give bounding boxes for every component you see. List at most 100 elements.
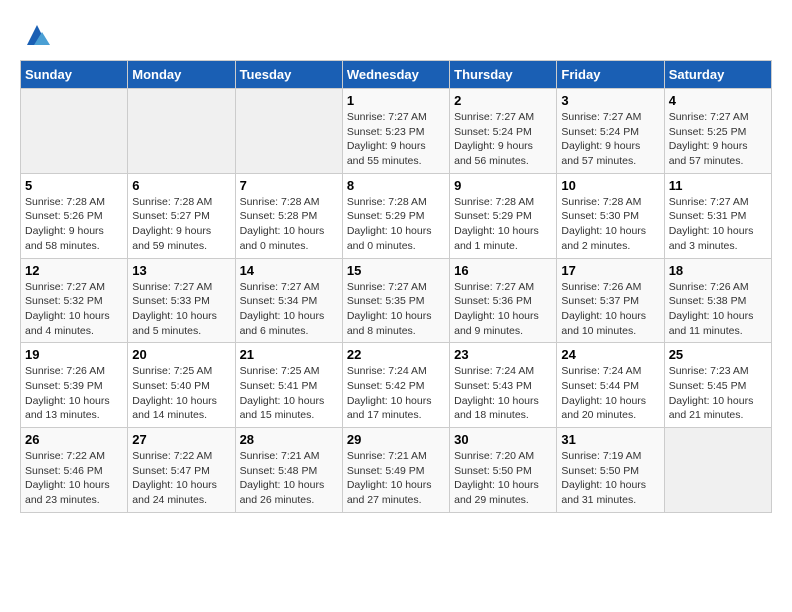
day-number: 13 — [132, 263, 230, 278]
calendar-cell: 10 Sunrise: 7:28 AM Sunset: 5:30 PM Dayli… — [557, 173, 664, 258]
calendar-cell: 26 Sunrise: 7:22 AM Sunset: 5:46 PM Dayli… — [21, 428, 128, 513]
day-detail: Sunrise: 7:22 AM Sunset: 5:46 PM Dayligh… — [25, 449, 123, 508]
calendar-cell: 20 Sunrise: 7:25 AM Sunset: 5:40 PM Dayli… — [128, 343, 235, 428]
day-header-monday: Monday — [128, 61, 235, 89]
day-number: 28 — [240, 432, 338, 447]
calendar-cell: 22 Sunrise: 7:24 AM Sunset: 5:42 PM Dayli… — [342, 343, 449, 428]
calendar-cell: 5Sunrise: 7:28 AM Sunset: 5:26 PM Daylig… — [21, 173, 128, 258]
calendar-cell: 27 Sunrise: 7:22 AM Sunset: 5:47 PM Dayli… — [128, 428, 235, 513]
day-number: 12 — [25, 263, 123, 278]
day-number: 15 — [347, 263, 445, 278]
day-detail: Sunrise: 7:21 AM Sunset: 5:49 PM Dayligh… — [347, 449, 445, 508]
day-detail: Sunrise: 7:26 AM Sunset: 5:37 PM Dayligh… — [561, 280, 659, 339]
calendar-cell — [128, 89, 235, 174]
calendar-cell: 9Sunrise: 7:28 AM Sunset: 5:29 PM Daylig… — [450, 173, 557, 258]
day-detail: Sunrise: 7:28 AM Sunset: 5:29 PM Dayligh… — [347, 195, 445, 254]
day-header-sunday: Sunday — [21, 61, 128, 89]
day-number: 27 — [132, 432, 230, 447]
calendar-cell: 21 Sunrise: 7:25 AM Sunset: 5:41 PM Dayli… — [235, 343, 342, 428]
day-number: 5 — [25, 178, 123, 193]
day-number: 8 — [347, 178, 445, 193]
calendar-cell: 8 Sunrise: 7:28 AM Sunset: 5:29 PM Daylig… — [342, 173, 449, 258]
calendar-cell: 4 Sunrise: 7:27 AM Sunset: 5:25 PM Daylig… — [664, 89, 771, 174]
day-header-friday: Friday — [557, 61, 664, 89]
day-header-thursday: Thursday — [450, 61, 557, 89]
day-number: 31 — [561, 432, 659, 447]
day-number: 25 — [669, 347, 767, 362]
day-number: 19 — [25, 347, 123, 362]
day-detail: Sunrise: 7:28 AM Sunset: 5:29 PM Dayligh… — [454, 195, 552, 254]
calendar-cell: 15Sunrise: 7:27 AM Sunset: 5:35 PM Dayli… — [342, 258, 449, 343]
day-detail: Sunrise: 7:25 AM Sunset: 5:40 PM Dayligh… — [132, 364, 230, 423]
calendar-cell: 23 Sunrise: 7:24 AM Sunset: 5:43 PM Dayli… — [450, 343, 557, 428]
day-number: 10 — [561, 178, 659, 193]
calendar-cell — [21, 89, 128, 174]
day-detail: Sunrise: 7:19 AM Sunset: 5:50 PM Dayligh… — [561, 449, 659, 508]
day-number: 16 — [454, 263, 552, 278]
day-detail: Sunrise: 7:28 AM Sunset: 5:28 PM Dayligh… — [240, 195, 338, 254]
calendar-cell: 18 Sunrise: 7:26 AM Sunset: 5:38 PM Dayli… — [664, 258, 771, 343]
day-number: 23 — [454, 347, 552, 362]
day-number: 7 — [240, 178, 338, 193]
logo — [20, 20, 52, 50]
day-detail: Sunrise: 7:26 AM Sunset: 5:39 PM Dayligh… — [25, 364, 123, 423]
day-number: 11 — [669, 178, 767, 193]
day-detail: Sunrise: 7:24 AM Sunset: 5:42 PM Dayligh… — [347, 364, 445, 423]
day-number: 6 — [132, 178, 230, 193]
week-row-4: 19 Sunrise: 7:26 AM Sunset: 5:39 PM Dayli… — [21, 343, 772, 428]
calendar-cell: 1Sunrise: 7:27 AM Sunset: 5:23 PM Daylig… — [342, 89, 449, 174]
week-row-1: 1Sunrise: 7:27 AM Sunset: 5:23 PM Daylig… — [21, 89, 772, 174]
calendar-cell: 17 Sunrise: 7:26 AM Sunset: 5:37 PM Dayli… — [557, 258, 664, 343]
calendar-cell: 2Sunrise: 7:27 AM Sunset: 5:24 PM Daylig… — [450, 89, 557, 174]
day-number: 21 — [240, 347, 338, 362]
calendar-cell: 3 Sunrise: 7:27 AM Sunset: 5:24 PM Daylig… — [557, 89, 664, 174]
calendar-cell: 7 Sunrise: 7:28 AM Sunset: 5:28 PM Daylig… — [235, 173, 342, 258]
day-header-saturday: Saturday — [664, 61, 771, 89]
day-detail: Sunrise: 7:27 AM Sunset: 5:36 PM Dayligh… — [454, 280, 552, 339]
day-header-wednesday: Wednesday — [342, 61, 449, 89]
calendar-cell: 31 Sunrise: 7:19 AM Sunset: 5:50 PM Dayli… — [557, 428, 664, 513]
day-number: 18 — [669, 263, 767, 278]
day-detail: Sunrise: 7:20 AM Sunset: 5:50 PM Dayligh… — [454, 449, 552, 508]
day-detail: Sunrise: 7:27 AM Sunset: 5:24 PM Dayligh… — [561, 110, 659, 169]
day-detail: Sunrise: 7:27 AM Sunset: 5:24 PM Dayligh… — [454, 110, 552, 169]
day-detail: Sunrise: 7:27 AM Sunset: 5:31 PM Dayligh… — [669, 195, 767, 254]
day-detail: Sunrise: 7:27 AM Sunset: 5:25 PM Dayligh… — [669, 110, 767, 169]
calendar-cell: 28 Sunrise: 7:21 AM Sunset: 5:48 PM Dayli… — [235, 428, 342, 513]
week-row-3: 12 Sunrise: 7:27 AM Sunset: 5:32 PM Dayli… — [21, 258, 772, 343]
day-detail: Sunrise: 7:27 AM Sunset: 5:33 PM Dayligh… — [132, 280, 230, 339]
day-detail: Sunrise: 7:26 AM Sunset: 5:38 PM Dayligh… — [669, 280, 767, 339]
day-number: 30 — [454, 432, 552, 447]
day-detail: Sunrise: 7:22 AM Sunset: 5:47 PM Dayligh… — [132, 449, 230, 508]
day-detail: Sunrise: 7:27 AM Sunset: 5:32 PM Dayligh… — [25, 280, 123, 339]
day-header-tuesday: Tuesday — [235, 61, 342, 89]
day-detail: Sunrise: 7:28 AM Sunset: 5:27 PM Dayligh… — [132, 195, 230, 254]
day-detail: Sunrise: 7:24 AM Sunset: 5:43 PM Dayligh… — [454, 364, 552, 423]
day-number: 4 — [669, 93, 767, 108]
day-number: 29 — [347, 432, 445, 447]
day-detail: Sunrise: 7:27 AM Sunset: 5:23 PM Dayligh… — [347, 110, 445, 169]
calendar-cell: 11 Sunrise: 7:27 AM Sunset: 5:31 PM Dayli… — [664, 173, 771, 258]
day-number: 3 — [561, 93, 659, 108]
day-detail: Sunrise: 7:25 AM Sunset: 5:41 PM Dayligh… — [240, 364, 338, 423]
calendar-cell: 30 Sunrise: 7:20 AM Sunset: 5:50 PM Dayli… — [450, 428, 557, 513]
calendar-cell: 14 Sunrise: 7:27 AM Sunset: 5:34 PM Dayli… — [235, 258, 342, 343]
calendar-cell — [664, 428, 771, 513]
day-number: 22 — [347, 347, 445, 362]
day-number: 26 — [25, 432, 123, 447]
day-detail: Sunrise: 7:28 AM Sunset: 5:30 PM Dayligh… — [561, 195, 659, 254]
day-detail: Sunrise: 7:23 AM Sunset: 5:45 PM Dayligh… — [669, 364, 767, 423]
day-number: 14 — [240, 263, 338, 278]
calendar-cell: 19 Sunrise: 7:26 AM Sunset: 5:39 PM Dayli… — [21, 343, 128, 428]
calendar-cell: 24 Sunrise: 7:24 AM Sunset: 5:44 PM Dayli… — [557, 343, 664, 428]
calendar-cell: 12 Sunrise: 7:27 AM Sunset: 5:32 PM Dayli… — [21, 258, 128, 343]
calendar-cell: 13 Sunrise: 7:27 AM Sunset: 5:33 PM Dayli… — [128, 258, 235, 343]
day-detail: Sunrise: 7:27 AM Sunset: 5:34 PM Dayligh… — [240, 280, 338, 339]
day-number: 20 — [132, 347, 230, 362]
day-number: 17 — [561, 263, 659, 278]
week-row-2: 5Sunrise: 7:28 AM Sunset: 5:26 PM Daylig… — [21, 173, 772, 258]
calendar-cell: 29 Sunrise: 7:21 AM Sunset: 5:49 PM Dayli… — [342, 428, 449, 513]
day-detail: Sunrise: 7:21 AM Sunset: 5:48 PM Dayligh… — [240, 449, 338, 508]
day-number: 24 — [561, 347, 659, 362]
day-detail: Sunrise: 7:24 AM Sunset: 5:44 PM Dayligh… — [561, 364, 659, 423]
